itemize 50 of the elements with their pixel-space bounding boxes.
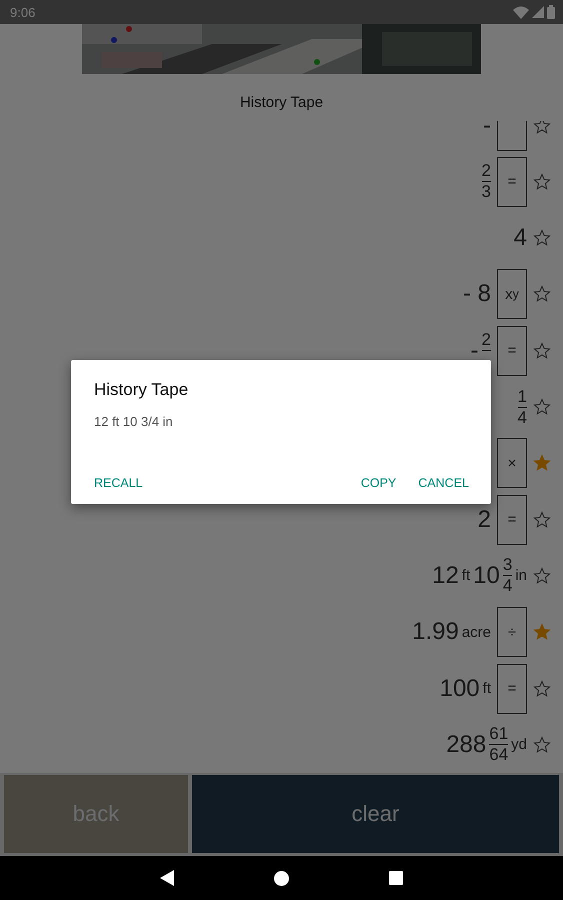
star-icon[interactable] (533, 342, 551, 360)
dialog-action[interactable]: CANCEL (418, 472, 469, 494)
dialog-action[interactable]: RECALL (94, 472, 143, 494)
fraction: 2 3 (482, 161, 491, 202)
star-icon[interactable] (533, 680, 551, 698)
tape-value: - 8 (462, 280, 491, 308)
star-icon[interactable] (533, 285, 551, 304)
star-icon[interactable] (533, 172, 551, 191)
unit-label: yd (511, 736, 527, 754)
clear-button[interactable]: clear (192, 775, 559, 853)
signal-icon (532, 6, 544, 18)
star-icon[interactable] (533, 623, 551, 642)
unit-label: ft (482, 680, 491, 698)
operator-key: = (497, 664, 527, 714)
operator-key: × (497, 438, 527, 488)
home-icon[interactable] (274, 870, 289, 886)
tape-value: 10 (473, 562, 500, 590)
operator-key: = (497, 494, 527, 545)
operator-key: = (497, 156, 527, 207)
unit-label: acre (462, 624, 491, 641)
star-icon[interactable] (533, 736, 551, 754)
page-title: History Tape (238, 93, 324, 113)
fraction: 1 4 (518, 386, 527, 428)
tape-value: - (483, 121, 491, 140)
star-icon[interactable] (533, 398, 551, 416)
wifi-icon (513, 6, 529, 18)
battery-icon (547, 5, 555, 19)
tape-value: 12 (432, 562, 459, 590)
operator-key: = (497, 326, 527, 376)
star-icon[interactable] (533, 229, 551, 248)
dialog-action[interactable]: COPY (360, 472, 396, 494)
tape-value: 1.99 (412, 618, 459, 646)
tape-value: - (470, 336, 479, 365)
tape-value: 288 (446, 730, 486, 759)
unit-label: ft (462, 567, 470, 584)
tape-value: 2 (478, 506, 491, 534)
dialog-title: History Tape (94, 380, 190, 400)
star-icon[interactable] (533, 510, 551, 529)
tape-value: 100 (440, 674, 480, 703)
star-icon[interactable] (533, 566, 551, 585)
status-time: 9:06 (10, 4, 36, 20)
fraction: 61 64 (489, 724, 508, 766)
star-icon[interactable] (533, 454, 551, 472)
star-icon[interactable] (533, 121, 551, 135)
dialog-message: 12 ft 10 3/4 in (94, 414, 174, 429)
operator-key: ÷ (497, 607, 527, 658)
unit-label: in (515, 567, 527, 584)
tape-value: 4 (514, 224, 527, 252)
fraction: 3 4 (502, 555, 512, 596)
back-icon[interactable] (160, 870, 174, 886)
